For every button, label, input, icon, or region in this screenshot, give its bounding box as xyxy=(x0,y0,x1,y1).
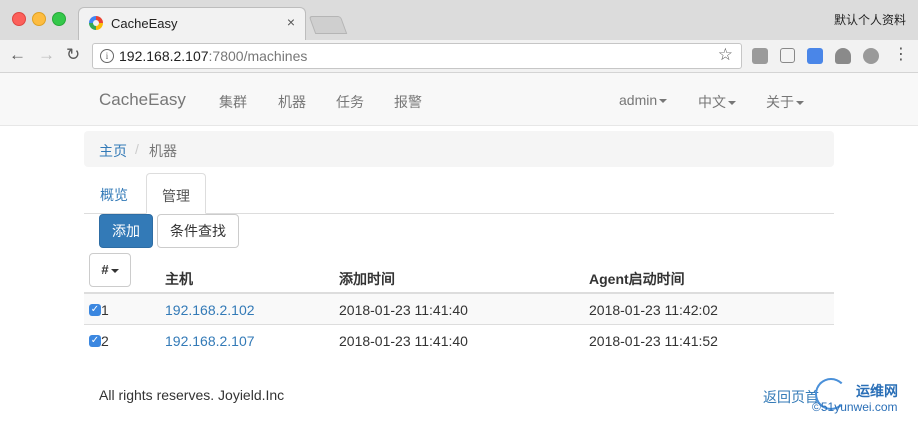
language-menu[interactable]: 中文 xyxy=(698,92,736,112)
arrow-left-icon[interactable]: ← xyxy=(9,45,26,65)
header-host[interactable]: 主机 xyxy=(165,269,193,289)
header-agent-start-time[interactable]: Agent启动时间 xyxy=(589,269,685,289)
table-row: ✓ 2 192.168.2.107 2018-01-23 11:41:40 20… xyxy=(84,325,834,356)
reload-icon[interactable]: ↻ xyxy=(66,45,80,65)
breadcrumb-current: 机器 xyxy=(149,143,177,159)
chevron-down-icon xyxy=(659,99,668,104)
bookmark-star-icon[interactable]: ☆ xyxy=(718,45,733,65)
add-button[interactable]: 添加 xyxy=(99,214,153,248)
chevron-down-icon xyxy=(728,101,736,106)
nav-link-tasks[interactable]: 任务 xyxy=(336,92,364,112)
browser-toolbar: ← → ↻ i 192.168.2.107:7800/machines ☆ ⋮ xyxy=(0,40,918,73)
tab-close-icon[interactable]: × xyxy=(287,14,295,30)
extension-translate-icon[interactable] xyxy=(807,48,823,64)
conditional-search-button[interactable]: 条件查找 xyxy=(157,214,239,248)
nav-link-alerts[interactable]: 报警 xyxy=(394,92,422,112)
row-index: 2 xyxy=(101,333,109,349)
profile-label[interactable]: 默认个人资料 xyxy=(834,11,906,28)
browser-tab[interactable]: CacheEasy × xyxy=(78,7,306,40)
extension-arc-icon[interactable] xyxy=(835,48,851,64)
added-time: 2018-01-23 11:41:40 xyxy=(339,302,468,318)
browser-tab-title: CacheEasy xyxy=(111,16,178,31)
column-toggle-button[interactable]: # xyxy=(89,253,131,287)
chevron-down-icon xyxy=(796,101,804,106)
url-text[interactable]: 192.168.2.107:7800/machines xyxy=(119,48,307,64)
header-added-time[interactable]: 添加时间 xyxy=(339,269,395,289)
extension-globe-icon[interactable] xyxy=(863,48,879,64)
host-link[interactable]: 192.168.2.102 xyxy=(165,302,255,318)
tab-overview[interactable]: 概览 xyxy=(100,185,128,205)
row-index: 1 xyxy=(101,302,109,318)
agent-start-time: 2018-01-23 11:41:52 xyxy=(589,333,718,349)
address-bar[interactable]: i 192.168.2.107:7800/machines ☆ xyxy=(92,43,742,69)
breadcrumb-home-link[interactable]: 主页 xyxy=(99,141,127,161)
row-checkbox[interactable]: ✓ xyxy=(89,304,101,316)
nav-link-cluster[interactable]: 集群 xyxy=(219,92,247,112)
maximize-window-button[interactable] xyxy=(52,12,66,26)
agent-start-time: 2018-01-23 11:42:02 xyxy=(589,302,718,318)
brand-logo[interactable]: CacheEasy xyxy=(99,90,186,110)
watermark-title: 运维网 xyxy=(856,383,898,399)
footer-copyright: All rights reserves. Joyield.Inc xyxy=(99,387,285,403)
arrow-right-icon[interactable]: → xyxy=(38,45,55,65)
table-row: ✓ 1 192.168.2.102 2018-01-23 11:41:40 20… xyxy=(84,294,834,325)
about-menu[interactable]: 关于 xyxy=(766,92,804,112)
extension-shield-icon[interactable] xyxy=(780,48,795,63)
host-link[interactable]: 192.168.2.107 xyxy=(165,333,255,349)
minimize-window-button[interactable] xyxy=(32,12,46,26)
breadcrumb-separator: / xyxy=(135,141,139,157)
watermark-subtitle: ©51yunwei.com xyxy=(812,400,898,414)
close-window-button[interactable] xyxy=(12,12,26,26)
new-tab-button[interactable] xyxy=(308,16,348,34)
row-checkbox[interactable]: ✓ xyxy=(89,335,101,347)
browser-menu-icon[interactable]: ⋮ xyxy=(893,44,909,64)
favicon-icon xyxy=(89,16,103,30)
browser-titlebar: CacheEasy × 默认个人资料 xyxy=(0,0,918,40)
added-time: 2018-01-23 11:41:40 xyxy=(339,333,468,349)
breadcrumb: 主页 / 机器 xyxy=(84,131,834,167)
chevron-down-icon xyxy=(110,268,119,273)
info-icon[interactable]: i xyxy=(100,49,114,63)
nav-link-machines[interactable]: 机器 xyxy=(278,92,306,112)
tab-manage[interactable]: 管理 xyxy=(146,173,206,214)
extension-t-icon[interactable] xyxy=(752,48,768,64)
top-navbar: CacheEasy 集群 机器 任务 报警 admin 中文 关于 xyxy=(0,73,918,126)
user-menu[interactable]: admin xyxy=(619,92,668,108)
back-to-top-link[interactable]: 返回页首 xyxy=(763,387,819,407)
